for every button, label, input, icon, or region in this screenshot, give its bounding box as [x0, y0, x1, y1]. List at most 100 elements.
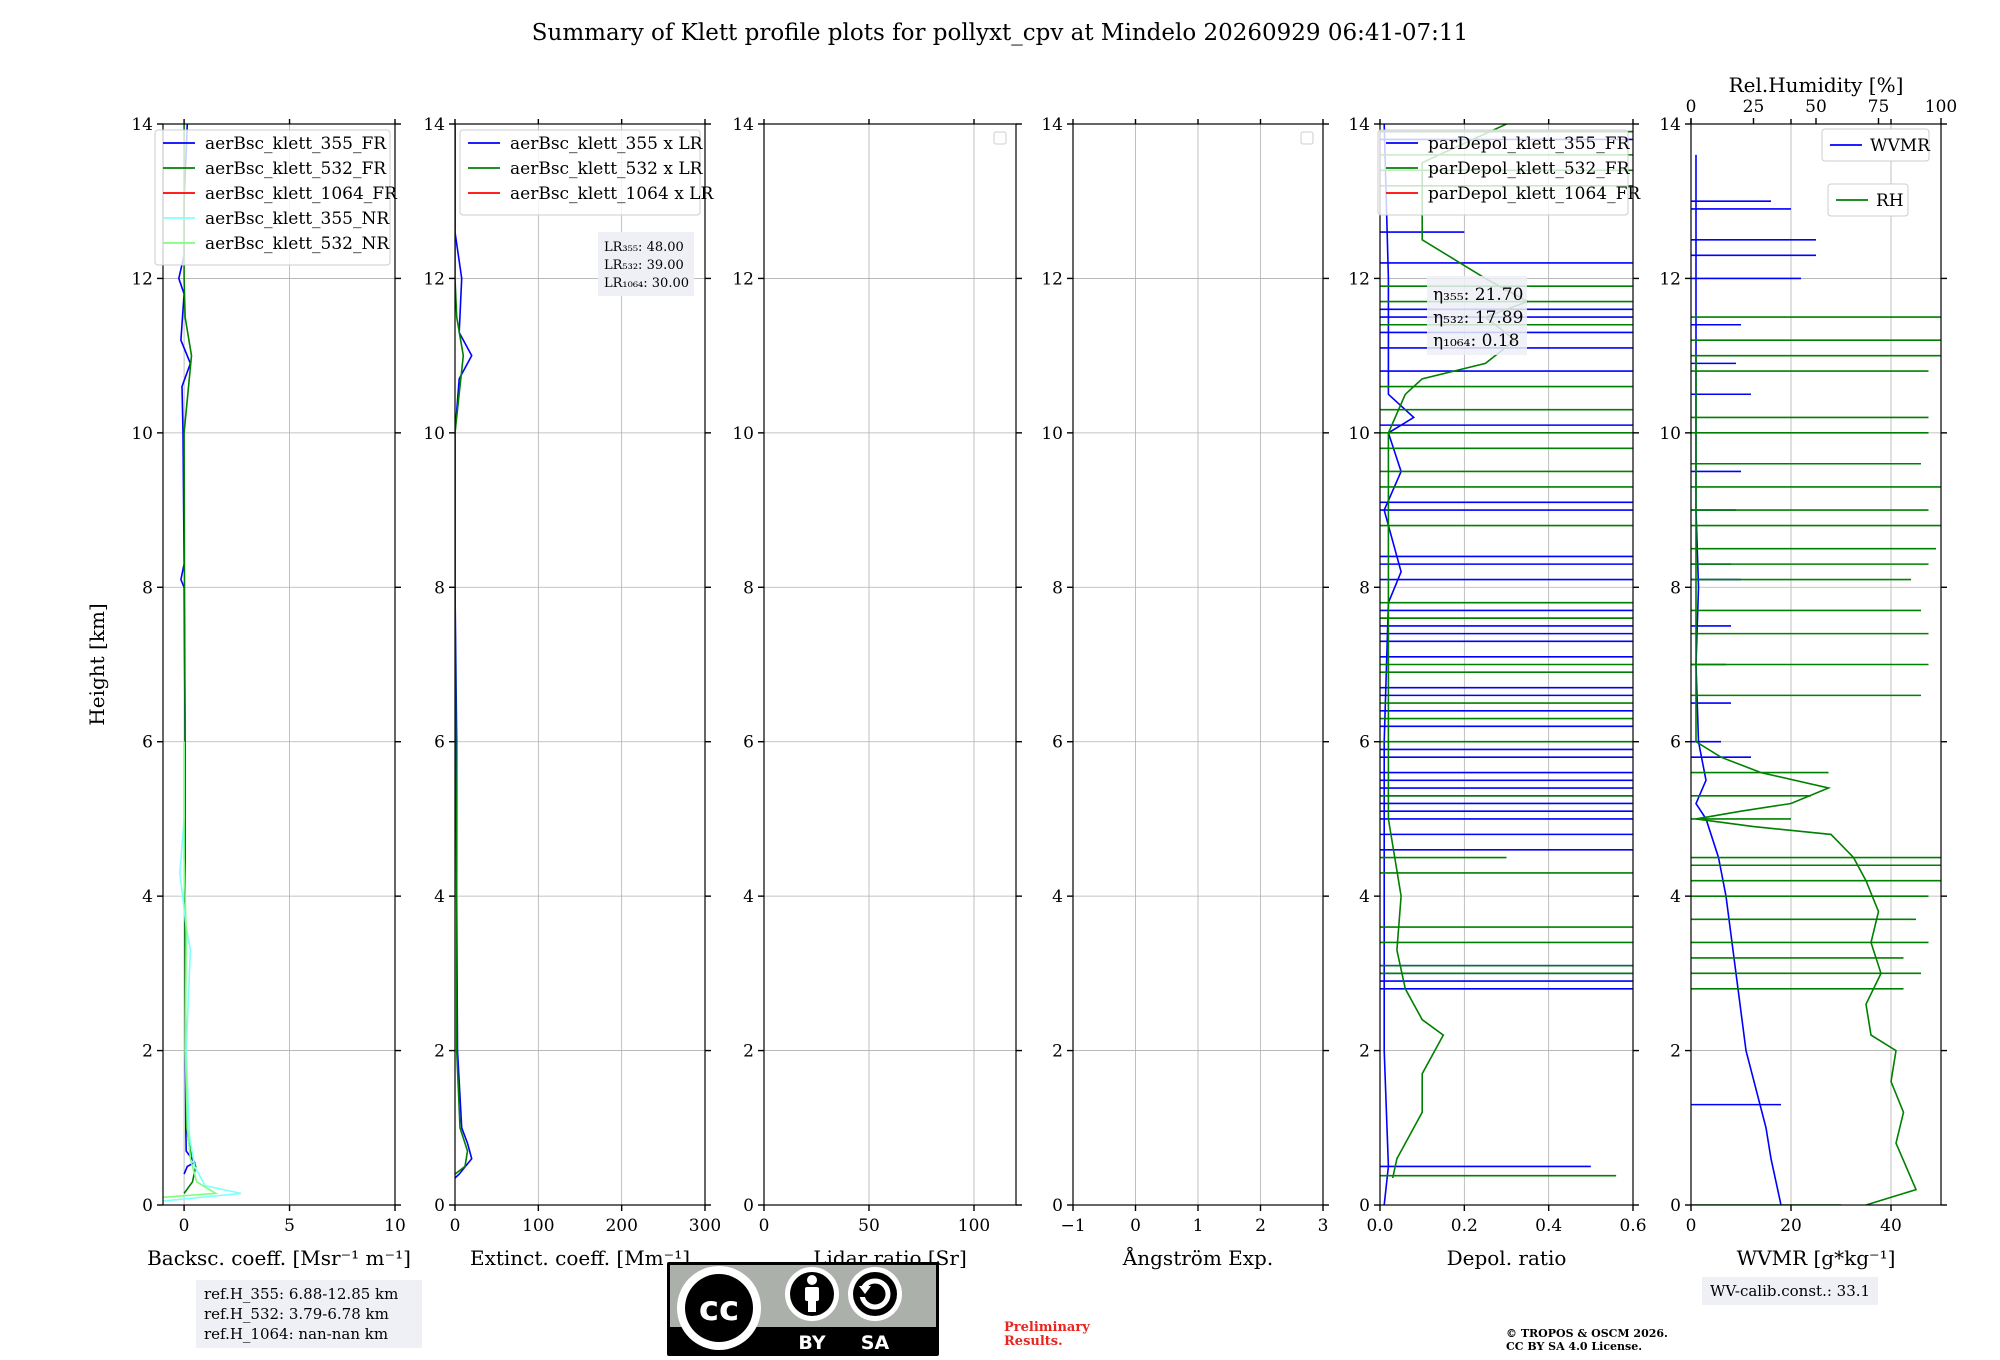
x2-tick-label: 50: [1805, 97, 1827, 117]
preliminary-line-2: Results.: [1004, 1334, 1063, 1349]
preliminary-line-1: Preliminary: [1004, 1320, 1090, 1335]
chart-panel-1: 0 2 4 6 8 10 12 14 0 5 10 Backsc. coeff. [Msr⁻¹ m⁻¹…: [85, 115, 411, 1270]
copyright-line-1: © TROPOS & OSCM 2026.: [1506, 1327, 1668, 1340]
annotation-box: LR₃₅₅: 48.00 LR₅₃₂: 39.00 LR₁₀₆₄: 30.00: [598, 232, 694, 296]
y-tick-label: 14: [1348, 115, 1370, 135]
y-tick-label: 14: [423, 115, 445, 135]
y-tick-label: 6: [1052, 733, 1063, 753]
legend-label: aerBsc_klett_532_FR: [205, 159, 387, 179]
y-tick-label: 10: [1659, 424, 1681, 444]
preliminary-note: Preliminary Results.: [1004, 1321, 1090, 1349]
x-tick-label: −1: [1060, 1216, 1085, 1236]
y-tick-label: 0: [1359, 1196, 1370, 1216]
legend-label: aerBsc_klett_1064 x LR: [510, 184, 714, 204]
y-tick-label: 10: [423, 424, 445, 444]
y-tick-label: 12: [1659, 269, 1681, 289]
x-tick-label: 100: [522, 1216, 554, 1236]
ref-height-355: ref.H_355: 6.88-12.85 km: [204, 1285, 399, 1303]
axes-frame: [162, 123, 396, 1206]
x-tick-label: 0: [1130, 1216, 1141, 1236]
y-axis-label: Height [km]: [85, 603, 109, 725]
y-tick-label: 14: [732, 115, 754, 135]
series-line-aerBsc_klett_355_NR: [163, 741, 242, 1202]
legend-label: parDepol_klett_355_FR: [1428, 134, 1631, 154]
y-tick-label: 14: [1659, 115, 1681, 135]
klett-profile-figure: 024681012140 5 10Backsc. coeff. [Msr⁻¹ m⁻¹…: [85, 73, 1957, 1270]
y-tick-label: 0: [142, 1196, 153, 1216]
empty-legend-box: [993, 131, 1007, 145]
series-group: [1691, 154, 1941, 1205]
x-axis-label: Ångström Exp.: [1122, 1245, 1273, 1270]
annotation-box: η₃₅₅: 21.70 η₅₃₂: 17.89 η₁₀₆₄: 0.18: [1427, 276, 1527, 355]
annotation-line: LR₁₀₆₄: 30.00: [604, 276, 689, 291]
x-tick-label: 10: [384, 1216, 406, 1236]
y-tick-label: 8: [142, 578, 153, 598]
series-line-WVMR: [1695, 154, 1782, 1205]
legend-label: aerBsc_klett_532_NR: [205, 234, 390, 254]
annotation-line: η₅₃₂: 17.89: [1433, 308, 1523, 328]
y-tick-label: 2: [1670, 1042, 1681, 1062]
y-tick-label: 10: [131, 424, 153, 444]
y-tick-label: 8: [1670, 578, 1681, 598]
y-tick-label: 0: [1670, 1196, 1681, 1216]
x-tick-label: 50: [858, 1216, 880, 1236]
y-tick-label: 6: [1670, 733, 1681, 753]
annotation-line: η₃₅₅: 21.70: [1433, 285, 1523, 305]
y-tick-label: 0: [1052, 1196, 1063, 1216]
y-tick-label: 4: [1670, 887, 1681, 907]
chart-panel-4: 02468101214−1 0 1 2 3Ångström Exp.: [1041, 115, 1329, 1270]
legend-label: WVMR: [1870, 136, 1931, 156]
x-tick-label: 0.0: [1366, 1216, 1393, 1236]
chart-panel-6: 024681012140 20 400 25 50 75 100Rel.Humidity […: [1659, 73, 1957, 1270]
y-tick-label: 2: [1052, 1042, 1063, 1062]
x2-tick-label: 25: [1743, 97, 1765, 117]
x-tick-label: 300: [689, 1216, 721, 1236]
svg-text:cc: cc: [699, 1289, 739, 1329]
wv-calibration-box: WV-calib.const.: 33.1: [1702, 1277, 1879, 1305]
legend-label: aerBsc_klett_355_FR: [205, 134, 387, 154]
annotation-line: LR₅₃₂: 39.00: [604, 258, 684, 273]
x-tick-label: 0: [759, 1216, 770, 1236]
y-tick-label: 4: [1052, 887, 1063, 907]
x-axis-label: Depol. ratio: [1447, 1246, 1567, 1270]
y-tick-label: 8: [743, 578, 754, 598]
x-tick-label: 5: [284, 1216, 295, 1236]
y-tick-label: 4: [142, 887, 153, 907]
y-tick-label: 2: [743, 1042, 754, 1062]
y-tick-label: 14: [1041, 115, 1063, 135]
series-line-aerBsc_klett_355_FR: [177, 124, 196, 1175]
y-tick-label: 8: [434, 578, 445, 598]
y-tick-label: 4: [1359, 887, 1370, 907]
chart-panel-5: 0 2 4 6 8 10 12 14 0.0 0.2 0.4 0.6 Depol. ratio parDe…: [1348, 115, 1646, 1270]
legend-label: RH: [1876, 191, 1904, 211]
y-tick-label: 6: [743, 733, 754, 753]
x-tick-label: 0: [179, 1216, 190, 1236]
annotation-line: η₁₀₆₄: 0.18: [1433, 331, 1519, 351]
legend: parDepol_klett_355_FR parDepol_klett_532_…: [1377, 129, 1641, 216]
y-tick-label: 12: [1348, 269, 1370, 289]
y-tick-label: 12: [131, 269, 153, 289]
y-tick-label: 8: [1052, 578, 1063, 598]
x-tick-label: 200: [605, 1216, 637, 1236]
chart-panel-3: 024681012140 50 100Lidar ratio [Sr]: [732, 115, 1022, 1270]
x-axis-label: WVMR [g*kg⁻¹]: [1737, 1246, 1896, 1270]
y-tick-label: 6: [434, 733, 445, 753]
y-tick-label: 10: [1041, 424, 1063, 444]
series-line-aerBsc_klett_355 x LR: [455, 124, 473, 1179]
y-tick-label: 6: [142, 733, 153, 753]
legend-label: aerBsc_klett_355 x LR: [510, 134, 704, 154]
series-group: [455, 124, 473, 1179]
series-line-RH: [1695, 355, 1918, 1205]
x-axis-label: Extinct. coeff. [Mm⁻¹]: [470, 1246, 690, 1270]
x2-tick-label: 100: [1925, 97, 1957, 117]
license-sa-label: SA: [861, 1332, 890, 1354]
copyright-note: © TROPOS & OSCM 2026. CC BY SA 4.0 Licen…: [1506, 1327, 1668, 1353]
y-tick-label: 2: [1359, 1042, 1370, 1062]
y-tick-label: 2: [434, 1042, 445, 1062]
legend-label: aerBsc_klett_532 x LR: [510, 159, 704, 179]
x-tick-label: 0: [450, 1216, 461, 1236]
annotation-line: LR₃₅₅: 48.00: [604, 240, 684, 255]
y-tick-label: 6: [1359, 733, 1370, 753]
x2-tick-label: 75: [1868, 97, 1890, 117]
y-tick-label: 0: [743, 1196, 754, 1216]
